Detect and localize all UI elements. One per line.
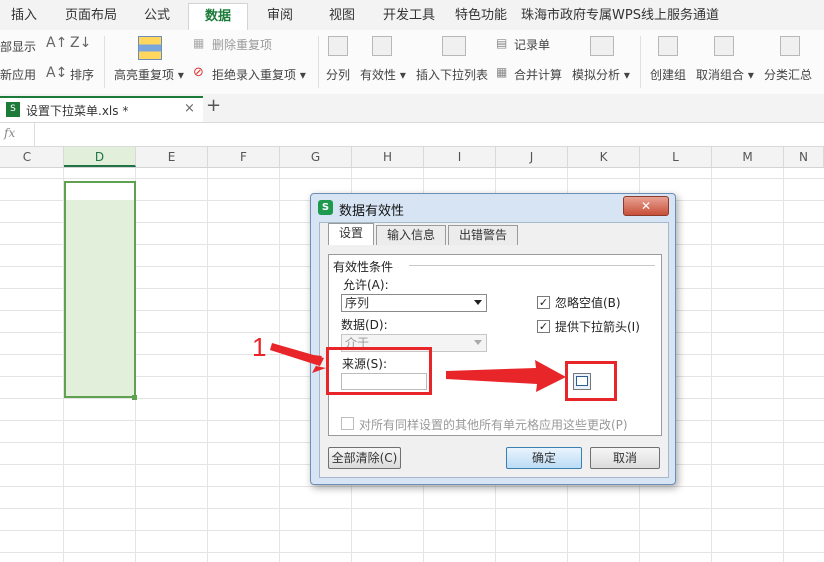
arrow-2 xyxy=(446,360,566,392)
arrow-1-shaft xyxy=(270,343,324,366)
annotation-arrows xyxy=(270,343,566,392)
